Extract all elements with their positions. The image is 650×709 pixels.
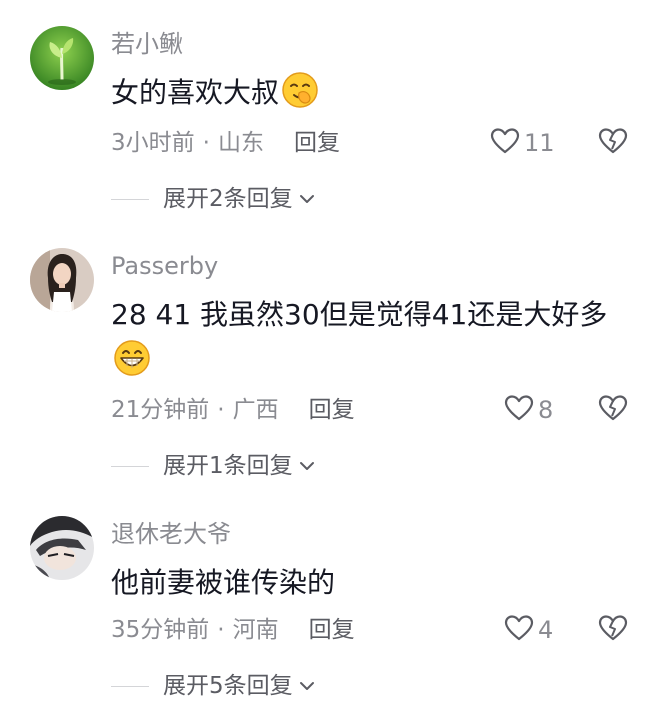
- comment-time: 3小时前: [111, 130, 195, 156]
- chevron-down-icon: [299, 677, 315, 696]
- comment-meta: 35分钟前 · 河南 回复: [111, 612, 355, 648]
- expand-replies-label: 展开2条回复: [163, 186, 293, 212]
- expand-divider: [111, 198, 149, 200]
- comment-time: 21分钟前: [111, 397, 210, 423]
- broken-heart-icon: [598, 127, 628, 159]
- comment-time: 35分钟前: [111, 617, 210, 643]
- comment-meta: 21分钟前 · 广西 回复: [111, 392, 355, 428]
- heart-icon: [504, 394, 534, 426]
- like-button[interactable]: 11: [490, 125, 555, 161]
- username[interactable]: 若小鳅: [111, 28, 183, 60]
- avatar[interactable]: [30, 516, 94, 580]
- comment-text: 他前妻被谁传染的: [111, 560, 621, 606]
- reply-button[interactable]: 回复: [309, 392, 355, 428]
- like-button[interactable]: 4: [504, 612, 553, 648]
- expand-replies-button[interactable]: 展开2条回复: [111, 182, 315, 216]
- reply-button[interactable]: 回复: [309, 612, 355, 648]
- like-count: 11: [524, 129, 555, 157]
- expand-replies-label: 展开1条回复: [163, 453, 293, 479]
- comment-location: 广西: [232, 397, 279, 423]
- meta-separator: ·: [217, 397, 225, 423]
- reply-button[interactable]: 回复: [294, 125, 340, 161]
- like-count: 8: [538, 396, 554, 424]
- avatar[interactable]: [30, 248, 94, 312]
- chevron-down-icon: [299, 190, 315, 209]
- like-button[interactable]: 8: [504, 392, 553, 428]
- meta-separator: ·: [217, 617, 225, 643]
- dislike-button[interactable]: [596, 125, 630, 161]
- comment-text-content: 女的喜欢大叔: [111, 76, 280, 109]
- smirk-emoji-icon: [281, 71, 319, 109]
- username[interactable]: Passerby: [111, 250, 218, 282]
- comment-text-content: 28 41 我虽然30但是觉得41还是大好多: [111, 298, 608, 331]
- dislike-button[interactable]: [596, 392, 630, 428]
- grin-emoji-icon: [113, 339, 151, 377]
- comment-meta: 3小时前 · 山东 回复: [111, 125, 340, 161]
- comment-location: 河南: [232, 617, 279, 643]
- avatar[interactable]: [30, 26, 94, 90]
- broken-heart-icon: [598, 614, 628, 646]
- expand-divider: [111, 465, 149, 467]
- expand-replies-button[interactable]: 展开1条回复: [111, 449, 315, 483]
- expand-replies-label: 展开5条回复: [163, 673, 293, 699]
- dislike-button[interactable]: [596, 612, 630, 648]
- heart-icon: [504, 614, 534, 646]
- comment-text: 女的喜欢大叔: [111, 70, 621, 116]
- comment-text-content: 他前妻被谁传染的: [111, 566, 336, 599]
- heart-icon: [490, 127, 520, 159]
- comment-location: 山东: [217, 130, 264, 156]
- like-count: 4: [538, 616, 554, 644]
- username[interactable]: 退休老大爷: [111, 518, 231, 550]
- comment-text: 28 41 我虽然30但是觉得41还是大好多: [111, 292, 621, 384]
- expand-replies-button[interactable]: 展开5条回复: [111, 669, 315, 703]
- meta-separator: ·: [202, 130, 210, 156]
- broken-heart-icon: [598, 394, 628, 426]
- expand-divider: [111, 685, 149, 687]
- chevron-down-icon: [299, 457, 315, 476]
